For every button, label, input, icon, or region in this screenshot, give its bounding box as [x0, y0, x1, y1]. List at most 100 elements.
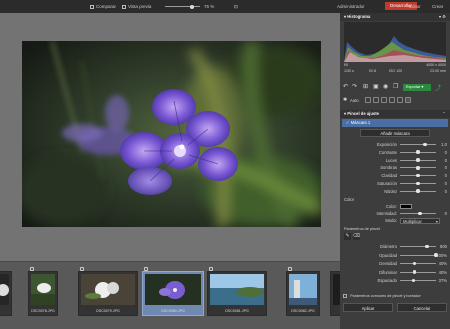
slider-value: 0 [444, 157, 447, 163]
image-viewer[interactable] [0, 13, 340, 261]
slider-label: Luces [385, 157, 397, 163]
zoom-slider[interactable] [165, 6, 200, 7]
collapse-arrow-icon[interactable]: ▾ [344, 111, 346, 116]
adjustment-brush-title: Pincel de ajuste [347, 111, 379, 116]
slider-knob[interactable] [416, 158, 420, 162]
thumbnail-caption: DSC0082.JPG [291, 309, 315, 313]
section-menu-icon[interactable]: ⌃ [442, 110, 446, 118]
thumbnail-selected[interactable]: DSC0080.JPG [142, 267, 204, 316]
share-icon[interactable]: ⤴ [435, 83, 441, 92]
apply-button[interactable]: Aplicar [343, 303, 393, 312]
slider-knob[interactable] [412, 261, 417, 266]
slider-knob[interactable] [423, 142, 427, 147]
thumbnail[interactable] [0, 271, 12, 316]
slider-row-exposición: Exposición 1.0 [340, 141, 450, 148]
slider-label: Diámetro [380, 244, 397, 249]
layers-icon[interactable]: ❐ [393, 83, 398, 90]
thumbnail[interactable]: DSC0081.JPG [207, 267, 267, 316]
common-params-label: Parámetros comunes de pincel y borrador [350, 294, 421, 298]
eraser-icon[interactable]: ⌫ [353, 233, 360, 240]
filmstrip: DSC0078.JPG DSC0079.JPG DSC0080.JPG DSC0… [0, 261, 344, 329]
tab-administrador[interactable]: Administrador [337, 3, 365, 10]
slider-row-diámetro: Diámetro 800 [340, 243, 450, 250]
mask-item[interactable]: ✓ Máscara 1 [342, 119, 448, 127]
slider-knob[interactable] [416, 181, 420, 186]
slider-row-densidad: Densidad 40% [340, 260, 450, 267]
histogram-header[interactable]: ▾ Histograma ▾ ⚙ [340, 13, 450, 21]
common-params-checkbox[interactable] [343, 293, 347, 298]
photo-editor-window: Comparar Vista previa 75 % ⊡ Administrad… [0, 0, 450, 329]
intensity-slider-knob[interactable] [418, 211, 422, 216]
brush-mode-tools: ✎ ⌫ [344, 233, 364, 240]
slider-row-nitidez: Nitidez 0 [340, 188, 450, 195]
radial-tool-icon[interactable] [389, 97, 395, 103]
mask-check-icon[interactable]: ✓ [346, 120, 350, 125]
slider-label: Nitidez [384, 188, 397, 194]
thumbnail-flag-icon [288, 267, 292, 271]
slider-value: 800 [440, 244, 447, 249]
mode-row: Modo: Multiplicar ▾ [340, 217, 450, 224]
gradient-tool-icon[interactable] [381, 97, 387, 103]
adjustment-brush-header[interactable]: ▾ Pincel de ajuste ⌃ [340, 110, 450, 118]
slider-knob[interactable] [416, 150, 420, 154]
slider-knob[interactable] [425, 244, 429, 249]
histogram-settings-icon[interactable]: ▾ ⚙ [439, 13, 446, 21]
slider-track[interactable] [400, 246, 436, 247]
thumbnail[interactable]: DSC0078.JPG [28, 267, 58, 316]
info-fstop: f/2.8 [369, 69, 376, 73]
thumbnail[interactable]: DSC0082.JPG [286, 267, 320, 316]
slider-label: Claridad [381, 173, 397, 179]
image-icon[interactable]: ▣ [373, 83, 379, 90]
slider-track[interactable] [400, 271, 436, 273]
thumbnail-flag-icon [144, 267, 148, 271]
export-button[interactable]: Exportar ▾ [403, 84, 431, 91]
collapse-arrow-icon[interactable]: ▾ [344, 14, 346, 19]
auto-enhance-icon[interactable]: ✱ [343, 97, 347, 103]
preview-checkbox[interactable] [122, 4, 126, 9]
slider-track[interactable] [400, 254, 436, 256]
common-params-row[interactable]: Parámetros comunes de pincel y borrador [343, 293, 447, 300]
auto-button[interactable]: Auto [350, 98, 359, 103]
brush-icon[interactable]: ✎ [344, 233, 351, 240]
preview-toggle[interactable]: Vista previa [122, 3, 151, 10]
adjust-brush-tool-icon[interactable] [405, 97, 411, 103]
main-photo[interactable] [22, 41, 321, 227]
chevron-down-icon: ▾ [435, 218, 438, 224]
color-swatch[interactable] [400, 204, 412, 209]
histogram [344, 22, 446, 62]
slider-row-claridad: Claridad 0 [340, 172, 450, 179]
tab-crear[interactable]: Crear [432, 3, 443, 10]
info-iso: ISO 100 [389, 69, 403, 73]
cancel-button[interactable]: Cancelar [397, 303, 447, 312]
redeye-icon[interactable]: ◉ [383, 83, 388, 90]
clone-tool-icon[interactable] [397, 97, 403, 103]
slider-track[interactable] [400, 144, 436, 145]
slider-knob[interactable] [412, 270, 417, 274]
add-mask-button[interactable]: Añadir máscara [360, 129, 430, 137]
slider-knob[interactable] [416, 166, 420, 170]
mode-select[interactable]: Multiplicar ▾ [400, 217, 440, 224]
slider-track[interactable] [400, 263, 436, 264]
zoom-slider-knob[interactable] [190, 4, 194, 9]
slider-knob[interactable] [416, 189, 420, 193]
brush-params-label: Parámetros de pincel [344, 227, 380, 231]
slider-knob[interactable] [416, 173, 420, 178]
compare-checkbox[interactable] [90, 4, 94, 9]
crop-icon[interactable]: ⊞ [363, 83, 368, 90]
preview-label: Vista previa [128, 4, 152, 9]
zoom-value: 75 % [204, 4, 215, 9]
brush-tool-icon[interactable] [365, 97, 371, 103]
slider-knob[interactable] [411, 278, 416, 283]
compare-toggle[interactable]: Comparar [90, 3, 116, 10]
intensity-value: 0 [444, 211, 447, 216]
rotate-left-icon[interactable]: ↶ [343, 83, 348, 90]
zoom-fit-icon[interactable]: ⊡ [234, 3, 238, 10]
mode-label: Modo: [385, 218, 397, 223]
thumbnail[interactable]: DSC0079.JPG [78, 267, 138, 316]
intensity-row: Intensidad: 0 [340, 210, 450, 217]
exposure-info: f/5 1/30 s f/2.8 ISO 100 4000 x 4000 23.… [344, 63, 446, 75]
rotate-right-icon[interactable]: ↷ [352, 83, 357, 90]
tab-editor[interactable]: Editor [409, 3, 421, 10]
line-tool-icon[interactable] [373, 97, 379, 103]
slider-track[interactable] [400, 280, 436, 281]
